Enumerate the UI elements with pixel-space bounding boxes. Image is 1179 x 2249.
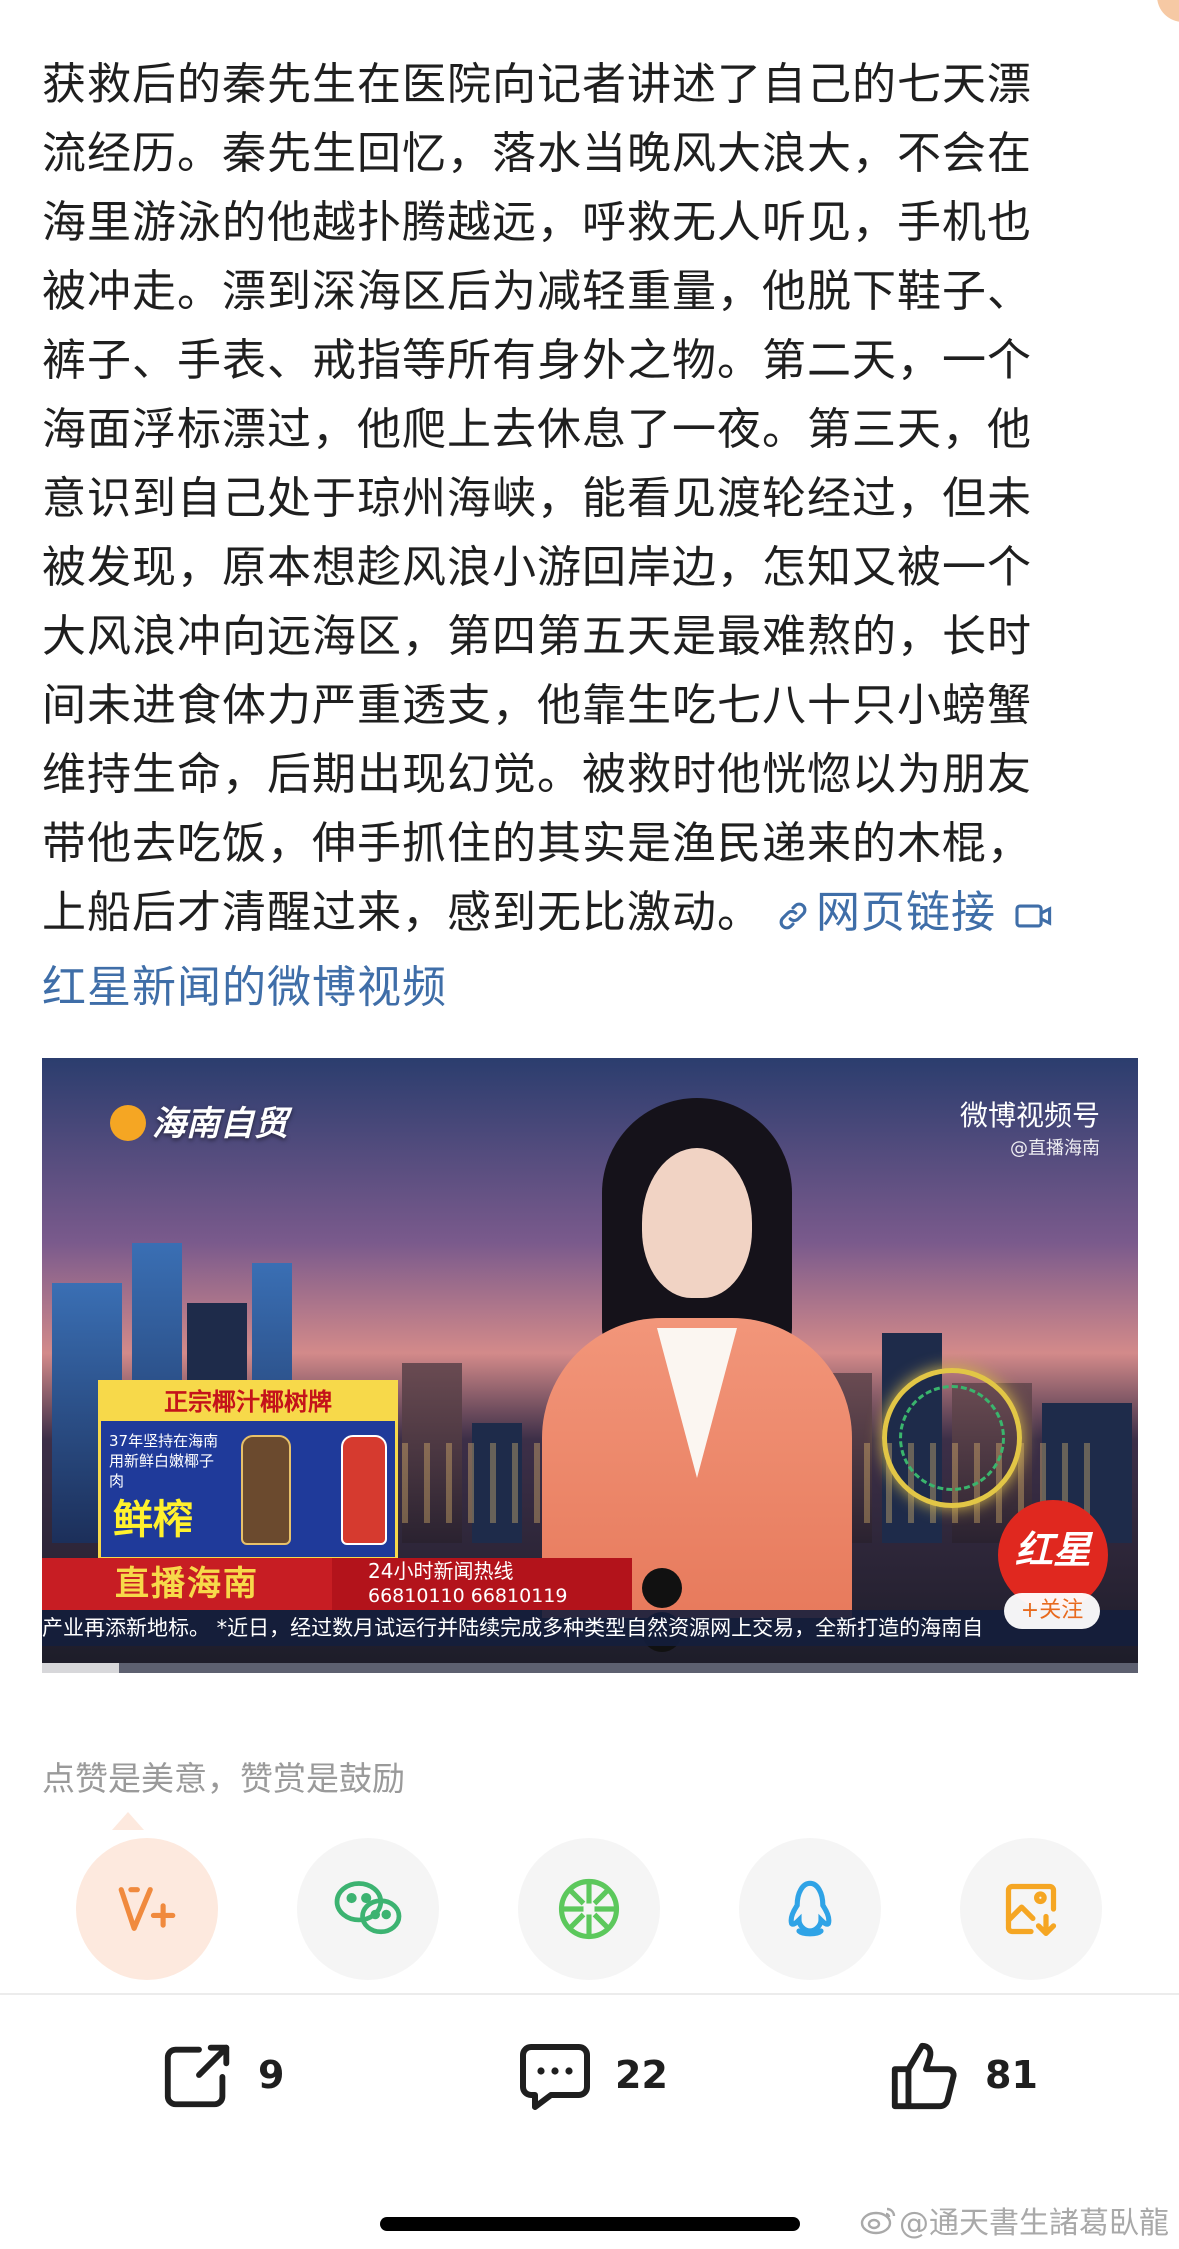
channel-name: 微博视频号 [959,1099,1100,1132]
post-body: 获救后的秦先生在医院向记者讲述了自己的七天漂 流经历。秦先生回忆，落水当晚风大浪… [42,50,1142,1022]
top-corner-accent [1157,0,1179,22]
web-link[interactable]: 网页链接 [762,887,996,938]
action-bar: 9 22 81 [0,2035,1179,2115]
weibo-channel-badge: 微博视频号 @直播海南 [960,1094,1100,1160]
news-ticker: 产业再添新地标。 *近日，经过数月试运行并陆续完成多种类型自然资源网上交易，全新… [42,1610,1138,1646]
video-camera-icon [1014,884,1054,953]
channel-handle: @直播海南 [1010,1138,1100,1159]
save-image-icon [1005,1883,1057,1936]
home-indicator[interactable] [380,2217,800,2231]
station-logo: 海南自贸 [110,1096,288,1145]
share-wechat-button[interactable] [297,1838,439,1980]
video-source-link[interactable]: 红星新闻的微博视频 [42,962,447,1013]
like-count: 81 [985,2053,1038,2097]
bottle-image [241,1435,291,1545]
v-plus-icon [118,1887,176,1931]
reward-tip: 点赞是美意，赞赏是鼓励 [42,1759,405,1798]
weibo-watermark: @通天書生諸葛臥龍 [859,2198,1169,2242]
repost-button[interactable]: 9 [160,2035,284,2115]
share-row [0,1838,1179,1980]
sun-logo-icon [110,1105,146,1141]
save-image-button[interactable] [960,1838,1102,1980]
video-progress-bar[interactable] [42,1663,1138,1673]
lower-third: 直播海南 24小时新闻热线 66810110 66810119 [42,1558,1138,1610]
reward-caret [112,1812,144,1830]
share-moments-button[interactable] [518,1838,660,1980]
comment-icon [520,2044,590,2110]
hotline-numbers: 66810110 66810119 [368,1585,568,1607]
news-hotline: 24小时新闻热线 66810110 66810119 [332,1558,632,1610]
thumbs-up-icon [891,2042,957,2110]
moments-icon [558,1878,620,1940]
share-qq-button[interactable] [739,1838,881,1980]
repost-icon [164,2044,230,2108]
coconut-ad: 正宗椰汁椰树牌 37年坚持在海南用新鲜白嫩椰子肉 鲜榨 [98,1380,398,1560]
ad-title: 正宗椰汁椰树牌 [101,1383,395,1421]
watermark-text: @通天書生諸葛臥龍 [899,2206,1169,2241]
comment-button[interactable]: 22 [515,2035,668,2115]
ad-copy: 37年坚持在海南用新鲜白嫩椰子肉 [109,1432,219,1490]
program-name: 直播海南 [42,1558,332,1610]
post-text: 获救后的秦先生在医院向记者讲述了自己的七天漂 流经历。秦先生回忆，落水当晚风大浪… [42,59,1032,938]
repost-count: 9 [258,2053,285,2097]
bottle-image-2 [341,1435,387,1545]
reward-button[interactable] [76,1838,218,1980]
qq-icon [788,1880,832,1937]
ad-headline: 鲜榨 [113,1497,193,1543]
wechat-icon [334,1881,402,1935]
link-icon [776,884,810,953]
comment-count: 22 [615,2053,668,2097]
station-logo-text: 海南自贸 [152,1104,288,1144]
follow-button[interactable]: +关注 [1004,1593,1100,1629]
ferris-wheel [882,1368,1022,1508]
weibo-logo-icon [860,2207,896,2235]
like-button[interactable]: 81 [887,2035,1038,2115]
divider [0,1993,1179,1995]
news-anchor [542,1098,852,1618]
web-link-label: 网页链接 [816,887,996,938]
video-progress-fill [42,1663,119,1673]
hotline-title: 24小时新闻热线 [368,1559,514,1583]
video-player[interactable]: 海南自贸 微博视频号 @直播海南 正宗椰汁椰树牌 37年坚持在海南用新鲜白嫩椰子… [42,1058,1138,1673]
